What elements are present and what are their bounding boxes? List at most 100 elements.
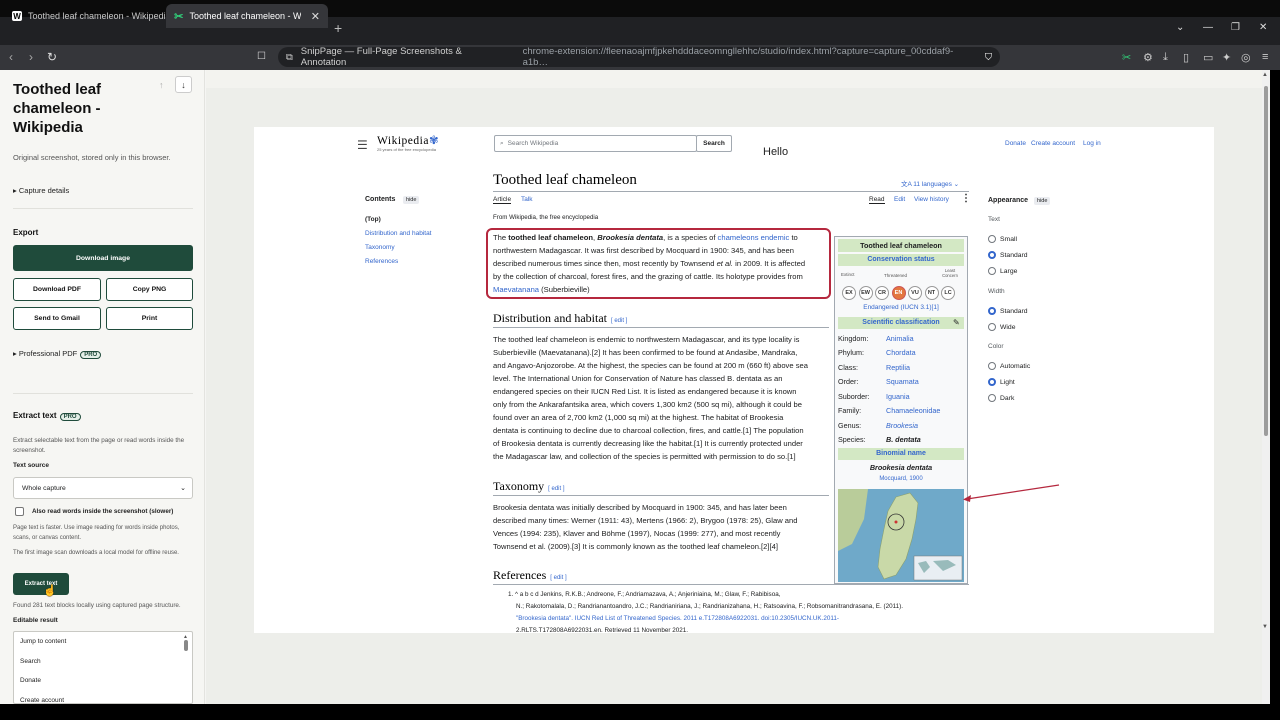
close-window-icon[interactable]: ✕: [1259, 22, 1267, 33]
toc-item-distribution[interactable]: Distribution and habitat: [365, 230, 432, 237]
download-pdf-button[interactable]: Download PDF: [13, 278, 101, 301]
professional-pdf-toggle[interactable]: ▸ Professional PDF PRO: [13, 349, 102, 359]
forward-icon[interactable]: ›: [29, 50, 33, 64]
tab-search-chevron-icon[interactable]: ⌄: [1176, 22, 1184, 33]
tab-view-history[interactable]: View history: [914, 196, 949, 203]
bookmark-icon[interactable]: ☐: [257, 51, 266, 62]
close-tab-icon[interactable]: ✕: [311, 10, 320, 23]
rank-value[interactable]: Chamaeleonidae: [886, 406, 940, 415]
wiki-search-button[interactable]: Search: [696, 135, 732, 152]
editable-result-textarea[interactable]: Jump to content Search Donate Create acc…: [13, 631, 193, 704]
color-dark-option[interactable]: Dark: [988, 390, 1030, 406]
binomial-heading[interactable]: Binomial name: [838, 448, 964, 460]
restore-icon[interactable]: ❐: [1231, 22, 1240, 33]
color-automatic-option[interactable]: Automatic: [988, 358, 1030, 374]
text-source-select[interactable]: Whole capture ⌄: [13, 477, 193, 499]
radio[interactable]: [988, 235, 996, 243]
login-link[interactable]: Log in: [1083, 140, 1101, 147]
edit-pencil-icon[interactable]: ✎: [953, 318, 960, 327]
capture-details-toggle[interactable]: ▸ Capture details: [13, 186, 69, 195]
toc-item-taxonomy[interactable]: Taxonomy: [365, 244, 395, 251]
wiki-search-input[interactable]: ⌕ Search Wikipedia: [494, 135, 697, 152]
print-button[interactable]: Print: [106, 307, 193, 330]
scroll-up-icon[interactable]: ▲: [183, 634, 190, 640]
tab-read[interactable]: Read: [869, 196, 885, 204]
radio-selected[interactable]: [988, 251, 996, 259]
tab-snippage[interactable]: ✂ Toothed leaf chameleon - Wikip… ✕: [166, 4, 328, 28]
radio[interactable]: [988, 323, 996, 331]
rank-value[interactable]: Animalia: [886, 334, 914, 343]
sidebar-toggle-icon[interactable]: ▯: [1183, 51, 1189, 64]
extensions-icon[interactable]: ⚙: [1143, 51, 1153, 64]
scrollbar-thumb[interactable]: [1264, 86, 1268, 436]
scroll-up-icon[interactable]: ▲: [1262, 72, 1268, 78]
scroll-down-icon[interactable]: ▼: [1262, 624, 1268, 630]
tab-edit[interactable]: Edit: [894, 196, 905, 203]
edit-section-link[interactable]: [ edit ]: [550, 575, 566, 581]
copy-png-button[interactable]: Copy PNG: [106, 278, 193, 301]
text-standard-option[interactable]: Standard: [988, 247, 1028, 263]
radio[interactable]: [988, 362, 996, 370]
width-standard-option[interactable]: Standard: [988, 303, 1028, 319]
move-down-arrow-icon[interactable]: ↓: [175, 76, 192, 93]
more-actions-icon[interactable]: ⋮: [961, 193, 971, 204]
back-icon[interactable]: ‹: [9, 50, 13, 64]
text-large-option[interactable]: Large: [988, 263, 1028, 279]
range-map-image[interactable]: [838, 489, 964, 582]
rank-value[interactable]: Chordata: [886, 348, 916, 357]
toc-hide-button[interactable]: hide: [403, 196, 420, 204]
image-reading-checkbox[interactable]: [15, 507, 24, 516]
text-small-option[interactable]: Small: [988, 231, 1028, 247]
wallet-icon[interactable]: ▭: [1203, 51, 1213, 64]
radio-selected[interactable]: [988, 307, 996, 315]
annotation-arrow[interactable]: [959, 482, 1063, 502]
toc-item-references[interactable]: References: [365, 258, 398, 265]
toc-item-top[interactable]: (Top): [365, 216, 381, 223]
extract-text-button[interactable]: Extract text: [13, 573, 69, 595]
color-light-option[interactable]: Light: [988, 374, 1030, 390]
tab-talk[interactable]: Talk: [521, 196, 533, 203]
minimize-icon[interactable]: —: [1203, 22, 1213, 33]
download-image-button[interactable]: Download image: [13, 245, 193, 271]
status-endangered-text[interactable]: Endangered (IUCN 3.1)[1]: [838, 304, 964, 311]
conservation-heading[interactable]: Conservation status: [838, 254, 964, 266]
menu-icon[interactable]: ≡: [1262, 51, 1268, 63]
rank-value[interactable]: Squamata: [886, 377, 919, 386]
scientific-classification-heading[interactable]: Scientific classification: [838, 317, 964, 329]
edit-section-link[interactable]: [ edit ]: [548, 486, 564, 492]
scissors-extension-icon[interactable]: ✂: [1122, 51, 1131, 64]
rank-value[interactable]: Reptilia: [886, 363, 910, 372]
download-icon[interactable]: ⤓: [1163, 51, 1168, 64]
hamburger-icon[interactable]: ☰: [357, 138, 368, 152]
site-info-icon[interactable]: ⧉: [286, 52, 293, 63]
rank-value[interactable]: Iguania: [886, 392, 910, 401]
tab-wikipedia[interactable]: W Toothed leaf chameleon - Wikipedia: [4, 4, 179, 28]
edit-section-link[interactable]: [ edit ]: [611, 318, 627, 324]
width-wide-option[interactable]: Wide: [988, 319, 1028, 335]
result-scrollbar[interactable]: ▲: [183, 634, 190, 658]
radio[interactable]: [988, 394, 996, 402]
endemic-link[interactable]: endemic: [761, 233, 790, 242]
send-to-gmail-button[interactable]: Send to Gmail: [13, 307, 101, 330]
wikipedia-wordmark[interactable]: Wikipedia✾: [377, 133, 439, 147]
chameleons-link[interactable]: chameleons: [718, 233, 759, 242]
authority[interactable]: Mocquard, 1900: [838, 476, 964, 482]
language-selector[interactable]: 文A 11 languages ⌄: [901, 178, 959, 188]
reference-line[interactable]: "Brookesia dentata". IUCN Red List of Th…: [508, 613, 968, 625]
rank-value[interactable]: Brookesia: [886, 421, 918, 430]
brave-shield-icon[interactable]: ⛉: [985, 52, 992, 63]
leo-ai-icon[interactable]: ✦: [1222, 51, 1231, 64]
tab-article[interactable]: Article: [493, 196, 512, 204]
radio[interactable]: [988, 267, 996, 275]
result-scroll-thumb[interactable]: [184, 640, 188, 651]
create-account-link[interactable]: Create account: [1031, 140, 1075, 147]
move-up-arrow-icon[interactable]: ↑: [159, 80, 164, 90]
donate-link[interactable]: Donate: [1005, 140, 1026, 147]
maevatanana-link[interactable]: Maevatanana: [493, 285, 539, 294]
omnibox[interactable]: ⧉ SnipPage — Full-Page Screenshots & Ann…: [278, 46, 1000, 68]
new-tab-icon[interactable]: +: [334, 20, 342, 36]
appearance-hide-button[interactable]: hide: [1034, 197, 1051, 205]
vpn-icon[interactable]: ◎: [1241, 51, 1251, 64]
reload-icon[interactable]: ↻: [47, 50, 57, 64]
radio-selected[interactable]: [988, 378, 996, 386]
